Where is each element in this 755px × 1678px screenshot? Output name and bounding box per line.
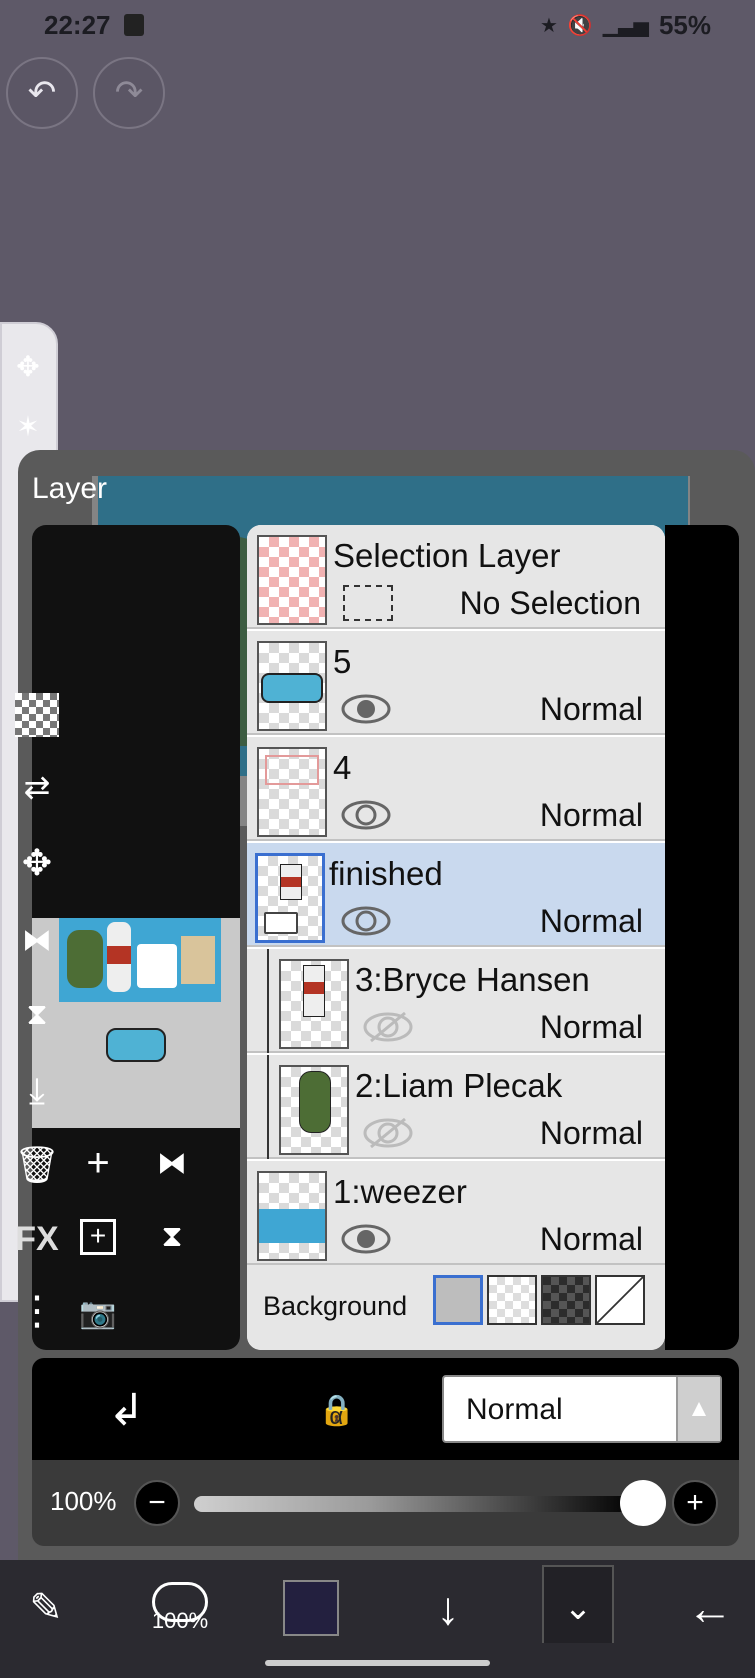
opacity-bar: 100% − + xyxy=(32,1460,739,1546)
flip-vertical-icon[interactable]: ⧗ xyxy=(12,990,62,1040)
selection-thumb xyxy=(257,535,327,625)
background-row: Background xyxy=(247,1265,665,1350)
current-color-swatch[interactable] xyxy=(283,1580,339,1636)
flip-horizontal-icon[interactable]: ⧓ xyxy=(12,915,62,965)
layer-row[interactable]: 1:weezer Normal xyxy=(247,1161,665,1265)
dropdown-arrow-icon: ▲ xyxy=(676,1377,720,1441)
opacity-slider-knob[interactable] xyxy=(620,1480,666,1526)
mute-icon: 🔇 xyxy=(567,15,593,37)
layer-name: 5 xyxy=(333,643,352,680)
selection-status: No Selection xyxy=(459,585,641,621)
layer-name: 2:Liam Plecak xyxy=(355,1067,563,1104)
layer-name: 1:weezer xyxy=(333,1173,467,1210)
layer-blend: Normal xyxy=(539,903,643,939)
background-transparent-swatch[interactable] xyxy=(487,1275,537,1325)
brush-size-label: 100% xyxy=(151,1608,209,1633)
layer-blend: Normal xyxy=(539,1221,643,1257)
layer-blend: Normal xyxy=(539,691,643,727)
signal-icon: ▁▃▅ xyxy=(602,15,649,37)
preview-scene xyxy=(59,918,221,1002)
redo-icon: ↷ xyxy=(114,74,144,112)
selection-icon xyxy=(343,585,393,621)
camera-button[interactable]: 📷 xyxy=(71,1286,125,1340)
flip-layer-button[interactable]: ⧓ xyxy=(145,1136,199,1190)
swap-layer-icon[interactable]: ⇄ xyxy=(12,762,62,812)
more-icon[interactable]: ⋮ xyxy=(12,1286,62,1336)
background-label: Background xyxy=(263,1291,408,1321)
layer-name: 3:Bryce Hansen xyxy=(355,961,590,998)
battery-level: 55% xyxy=(658,10,711,40)
eye-icon[interactable] xyxy=(341,799,391,831)
brush-size-button[interactable]: 100% xyxy=(140,1578,220,1638)
layer-thumb xyxy=(257,1171,327,1261)
back-arrow-icon[interactable]: ← xyxy=(680,1578,740,1638)
status-bar: 22:27 ★ 🔇 ▁▃▅ 55% xyxy=(0,0,755,56)
layer-row[interactable]: 5 Normal xyxy=(247,631,665,735)
folder-indent-line xyxy=(267,1055,269,1159)
layer-thumb xyxy=(279,1065,349,1155)
layer-name: finished xyxy=(329,855,443,892)
layer-thumb xyxy=(279,959,349,1049)
blend-mode-value: Normal xyxy=(466,1393,563,1426)
folder-icon xyxy=(264,912,298,934)
layer-blend: Normal xyxy=(539,1009,643,1045)
add-layer-copy-button[interactable]: + xyxy=(71,1210,125,1264)
panel-title: Layer xyxy=(32,472,108,505)
background-dark-swatch[interactable] xyxy=(541,1275,591,1325)
opacity-increase-button[interactable]: + xyxy=(672,1480,718,1526)
eye-icon[interactable] xyxy=(341,693,391,725)
eye-icon[interactable] xyxy=(341,905,391,937)
layer-row[interactable]: 2:Liam Plecak Normal xyxy=(247,1055,665,1159)
fx-button[interactable]: FX xyxy=(12,1214,62,1264)
move-layer-icon[interactable]: ✥ xyxy=(12,838,62,888)
layer-name: 4 xyxy=(333,749,352,786)
folder-thumb xyxy=(255,853,325,943)
layer-row[interactable]: 4 Normal xyxy=(247,737,665,841)
opacity-decrease-button[interactable]: − xyxy=(134,1480,180,1526)
opacity-value: 100% xyxy=(50,1486,117,1516)
layer-thumb xyxy=(257,641,327,731)
lock-alpha-button[interactable]: 🔒 α xyxy=(318,1380,355,1440)
add-layer-button[interactable]: + xyxy=(71,1136,125,1190)
folder-indent-line xyxy=(267,949,269,1053)
star-icon: ★ xyxy=(539,15,558,37)
background-none-swatch[interactable] xyxy=(595,1275,645,1325)
selection-layer-row[interactable]: Selection Layer No Selection xyxy=(247,525,665,629)
eye-hidden-icon[interactable] xyxy=(363,1011,413,1043)
layer-blend: Normal xyxy=(539,797,643,833)
status-time: 22:27 xyxy=(44,10,111,40)
layer-row[interactable]: 3:Bryce Hansen Normal xyxy=(247,949,665,1053)
chevron-double-down-icon: ⌄ xyxy=(563,1589,593,1627)
clip-arrow-icon[interactable]: ↲ xyxy=(108,1380,145,1440)
eye-icon[interactable] xyxy=(341,1223,391,1255)
rotate-layer-button[interactable]: ⧗ xyxy=(145,1210,199,1264)
preview-layer-thumb xyxy=(106,1028,166,1062)
redo-button[interactable]: ↷ xyxy=(93,57,165,129)
layer-actions-column xyxy=(665,525,739,1350)
opacity-slider[interactable] xyxy=(194,1496,636,1512)
blend-mode-select[interactable]: Normal ▲ xyxy=(442,1375,722,1443)
layer-folder-row[interactable]: finished Normal xyxy=(247,843,665,947)
magic-wand-icon[interactable]: ✶ xyxy=(6,404,50,448)
eye-hidden-icon[interactable] xyxy=(363,1117,413,1149)
layer-thumb xyxy=(257,747,327,837)
status-right: ★ 🔇 ▁▃▅ 55% xyxy=(540,10,711,41)
trash-icon[interactable]: 🗑 xyxy=(12,1140,62,1190)
layer-blend: Normal xyxy=(539,1115,643,1151)
layer-name: Selection Layer xyxy=(333,537,561,574)
add-copy-icon: + xyxy=(80,1219,116,1255)
checker-icon[interactable] xyxy=(12,690,62,740)
move-tool-icon[interactable]: ✥ xyxy=(6,344,50,388)
brush-eraser-toggle-icon[interactable]: ✎ xyxy=(16,1578,76,1638)
undo-button[interactable]: ↶ xyxy=(6,57,78,129)
alpha-symbol: α xyxy=(329,1403,344,1430)
merge-down-icon[interactable]: ⤓ xyxy=(12,1066,62,1116)
down-arrow-icon[interactable]: ↓ xyxy=(418,1578,478,1638)
background-gray-swatch[interactable] xyxy=(433,1275,483,1325)
notification-icon xyxy=(124,14,144,36)
undo-icon: ↶ xyxy=(27,74,57,112)
layer-list: Selection Layer No Selection 5 Normal 4 … xyxy=(247,525,665,1350)
home-indicator xyxy=(265,1660,490,1666)
